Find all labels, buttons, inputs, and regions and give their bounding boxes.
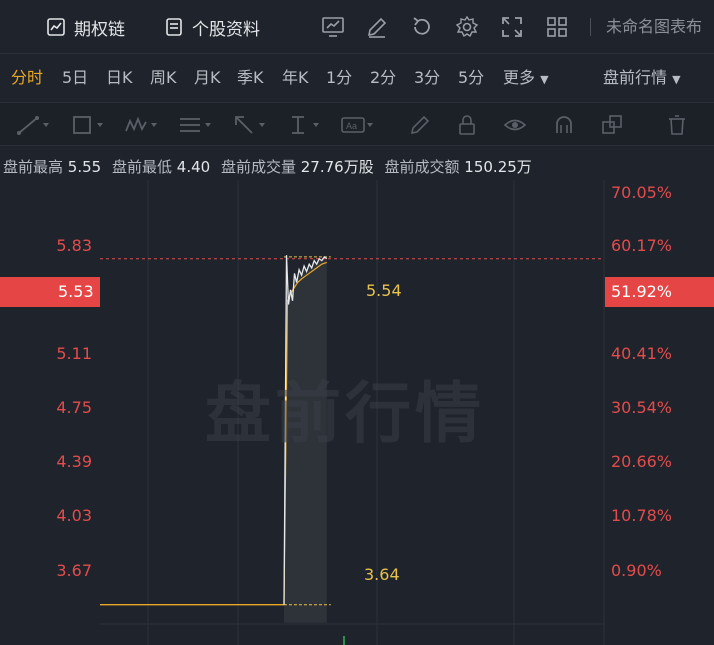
- grid-layout-icon[interactable]: [545, 15, 569, 39]
- y-left-tick: 4.75: [56, 398, 92, 417]
- trash-icon[interactable]: [665, 113, 691, 137]
- y-left-tick: 5.83: [56, 236, 92, 255]
- lock-icon[interactable]: [455, 113, 481, 137]
- rectangle-icon[interactable]: [70, 113, 96, 137]
- y-right-tick: 70.05%: [611, 183, 673, 202]
- low-annotation: 3.64: [364, 565, 400, 584]
- trend-line-icon[interactable]: [16, 113, 42, 137]
- tab-daily[interactable]: 日K: [106, 56, 133, 100]
- volume-label: 盘前成交量: [220, 158, 296, 176]
- chevron-down-icon: ▼: [672, 73, 681, 86]
- y-left-tick: 3.67: [56, 561, 92, 580]
- tab-more-label: 更多: [503, 68, 536, 87]
- stock-profile-button[interactable]: 个股资料: [164, 0, 260, 54]
- tab-yearly[interactable]: 年K: [282, 56, 309, 100]
- stock-profile-label: 个股资料: [192, 19, 260, 40]
- caret-icon: [97, 123, 103, 127]
- chart-box-icon: [47, 18, 65, 36]
- eye-icon[interactable]: [503, 113, 529, 137]
- premarket-watermark: 盘前行情: [205, 375, 485, 452]
- period-tabs: 分时 5日 日K 周K 月K 季K 年K 1分 2分 3分 5分 更多 ▼ 盘前…: [0, 56, 714, 100]
- tab-premarket[interactable]: 盘前行情 ▼: [603, 56, 681, 100]
- refresh-icon[interactable]: [410, 15, 434, 39]
- y-right-tick: 10.78%: [611, 506, 673, 525]
- y-right-tick: 40.41%: [611, 344, 673, 363]
- tab-more[interactable]: 更多 ▼: [503, 56, 549, 100]
- option-chain-label: 期权链: [74, 19, 125, 40]
- y-right-tick: 20.66%: [611, 452, 673, 471]
- amount-label: 盘前成交额: [384, 158, 460, 176]
- low-label: 盘前最低: [111, 158, 172, 176]
- document-icon: [166, 18, 182, 36]
- caret-icon: [259, 123, 265, 127]
- wave-pattern-icon[interactable]: [124, 113, 150, 137]
- monitor-chart-icon[interactable]: [321, 15, 345, 39]
- text-cursor-icon[interactable]: [286, 113, 312, 137]
- y-left-tick: 4.39: [56, 452, 92, 471]
- high-label: 盘前最高: [3, 158, 64, 176]
- y-right-tick: 0.90%: [611, 561, 662, 580]
- drawing-toolbar: Aa: [0, 102, 714, 146]
- caret-icon: [313, 123, 319, 127]
- y-right-tick: 30.54%: [611, 398, 673, 417]
- copy-layers-icon[interactable]: [600, 113, 626, 137]
- magnet-icon[interactable]: [552, 113, 578, 137]
- chevron-down-icon: ▼: [540, 73, 549, 86]
- current-pct-tag: 51.92%: [605, 277, 714, 307]
- tab-1min[interactable]: 1分: [326, 56, 352, 100]
- y-right-tick: 60.17%: [611, 236, 673, 255]
- chart-layout-name[interactable]: 未命名图表布: [606, 0, 702, 54]
- tab-2min[interactable]: 2分: [370, 56, 396, 100]
- low-value: 4.40: [176, 158, 211, 176]
- tab-intraday[interactable]: 分时: [11, 56, 43, 100]
- svg-text:Aa: Aa: [346, 121, 357, 131]
- option-chain-button[interactable]: 期权链: [46, 0, 125, 54]
- tab-quarterly[interactable]: 季K: [237, 56, 264, 100]
- fib-lines-icon[interactable]: [178, 113, 204, 137]
- gear-icon[interactable]: [455, 15, 479, 39]
- caret-icon: [367, 123, 373, 127]
- high-value: 5.55: [67, 158, 102, 176]
- toolbar-divider: [590, 18, 591, 36]
- y-left-tick: 4.03: [56, 506, 92, 525]
- tab-monthly[interactable]: 月K: [194, 56, 221, 100]
- caret-icon: [205, 123, 211, 127]
- caret-icon: [43, 123, 49, 127]
- edit-icon[interactable]: [365, 15, 389, 39]
- high-annotation: 5.54: [366, 281, 402, 300]
- fullscreen-icon[interactable]: [500, 15, 524, 39]
- text-label-icon[interactable]: Aa: [340, 113, 366, 137]
- volume-value: 27.76万股: [300, 158, 374, 176]
- caret-icon: [151, 123, 157, 127]
- pencil-icon[interactable]: [407, 113, 433, 137]
- tab-5day[interactable]: 5日: [62, 56, 88, 100]
- tab-5min[interactable]: 5分: [458, 56, 484, 100]
- tab-premarket-label: 盘前行情: [603, 68, 668, 87]
- top-toolbar: 期权链 个股资料 未命名图表布: [0, 0, 714, 54]
- tab-3min[interactable]: 3分: [414, 56, 440, 100]
- premarket-stats: 盘前最高 5.55 盘前最低 4.40 盘前成交量 27.76万股 盘前成交额 …: [3, 156, 538, 177]
- current-price-tag: 5.53: [0, 277, 100, 307]
- amount-value: 150.25万: [464, 158, 532, 176]
- arrow-tool-icon[interactable]: [232, 113, 258, 137]
- y-left-tick: 5.11: [56, 344, 92, 363]
- tab-weekly[interactable]: 周K: [150, 56, 177, 100]
